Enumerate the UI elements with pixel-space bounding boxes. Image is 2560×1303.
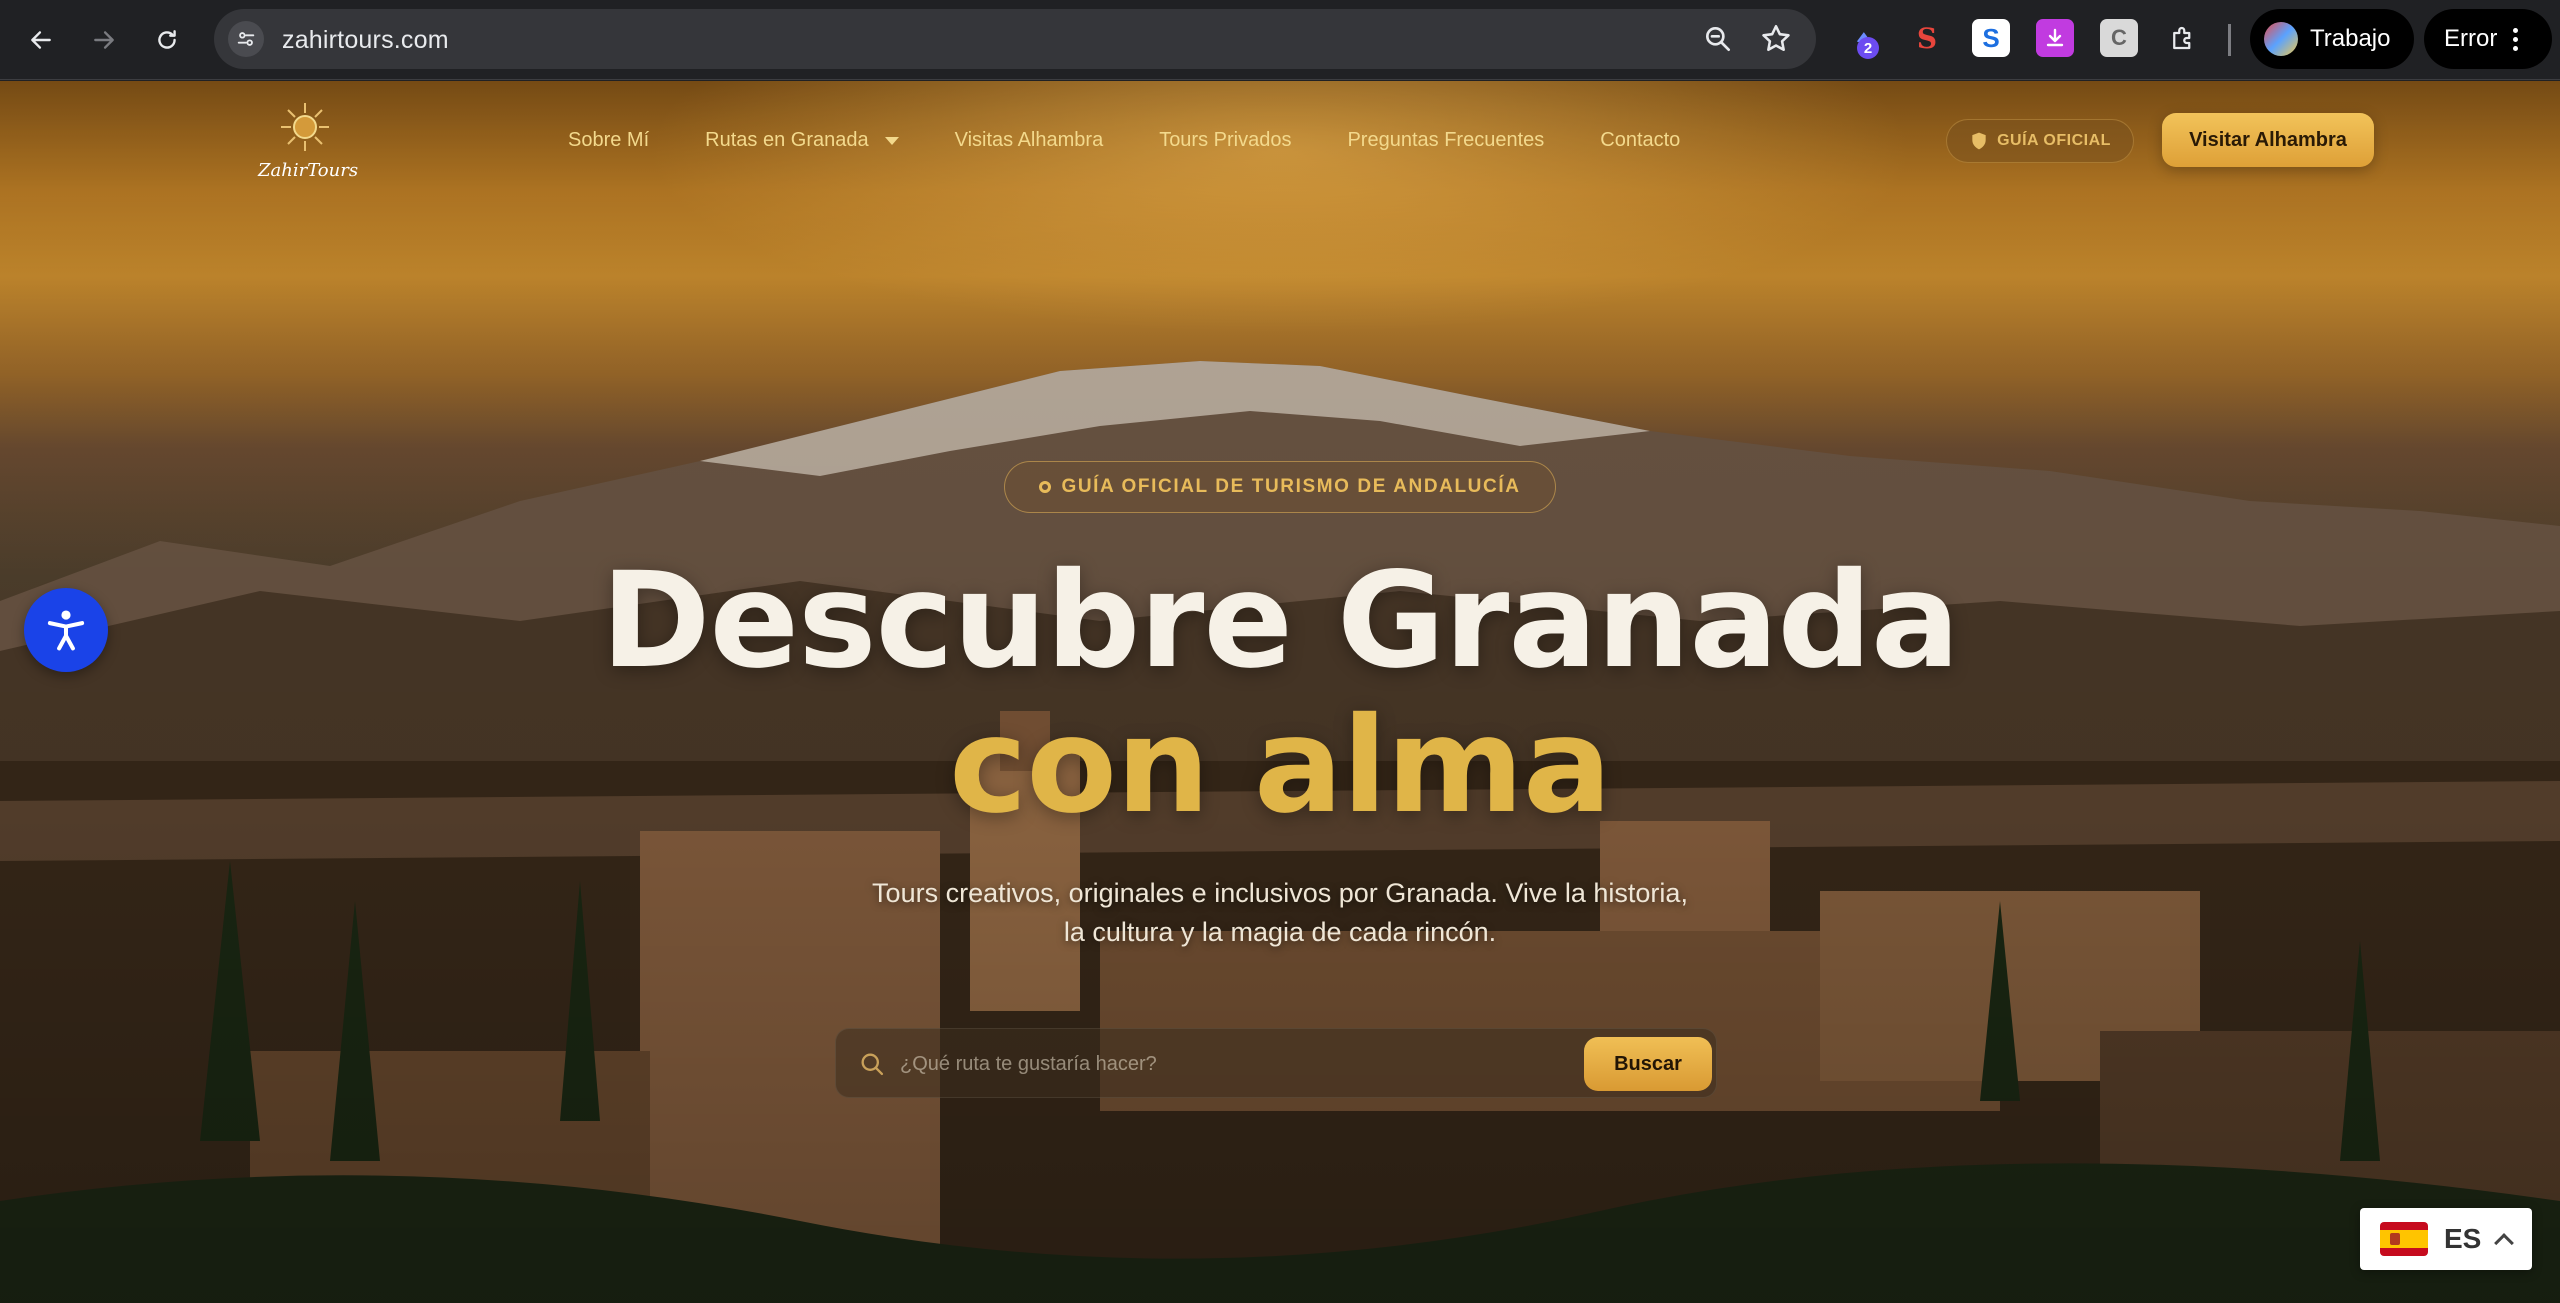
reload-icon xyxy=(158,30,176,49)
official-guide-badge: GUÍA OFICIAL xyxy=(1946,119,2134,163)
hero-headline-line1: Descubre Granada xyxy=(600,544,1960,698)
extension-5-icon[interactable]: C xyxy=(2100,19,2138,57)
hero-subtitle-line2: la cultura y la magia de cada rincón. xyxy=(1063,917,1497,947)
hero-headline-line2: con alma xyxy=(949,689,1612,843)
url-text[interactable]: zahirtours.com xyxy=(282,26,449,55)
nav-preguntas-frecuentes[interactable]: Preguntas Frecuentes xyxy=(1347,129,1544,152)
back-button[interactable] xyxy=(20,19,62,61)
route-search-bar: Buscar xyxy=(835,1028,1717,1098)
official-guide-label: GUÍA OFICIAL xyxy=(1997,132,2111,149)
search-button[interactable]: Buscar xyxy=(1584,1037,1712,1091)
hero-subtitle: Tours creativos, originales e inclusivos… xyxy=(780,874,1780,952)
circle-dot-icon xyxy=(1039,481,1052,493)
extension-2-icon[interactable]: S xyxy=(1908,19,1946,57)
hero-subtitle-line1: Tours creativos, originales e inclusivos… xyxy=(872,878,1688,908)
accessibility-button[interactable] xyxy=(24,588,108,672)
browser-toolbar: zahirtours.com 2 S S C Trabajo Error xyxy=(0,0,2560,80)
nav-tours-privados[interactable]: Tours Privados xyxy=(1159,129,1291,152)
more-vert-icon xyxy=(2513,27,2519,51)
address-bar[interactable]: zahirtours.com xyxy=(214,9,1816,69)
caret-down-icon xyxy=(884,136,899,145)
download-extension-icon[interactable] xyxy=(2036,19,2074,57)
logo-text: ZahirTours xyxy=(258,160,359,181)
error-menu-button[interactable]: Error xyxy=(2424,9,2552,69)
nav-rutas-en-granada[interactable]: Rutas en Granada xyxy=(705,129,899,152)
language-code: ES xyxy=(2444,1223,2482,1254)
hero-kicker-text: GUÍA OFICIAL DE TURISMO DE ANDALUCÍA xyxy=(1061,476,1521,497)
reload-button[interactable] xyxy=(146,19,188,61)
chevron-up-icon xyxy=(2494,1233,2515,1253)
site-logo[interactable]: ZahirTours xyxy=(258,101,359,191)
zoom-icon[interactable] xyxy=(1702,23,1734,55)
error-label: Error xyxy=(2444,25,2498,52)
nav-sobre-mi[interactable]: Sobre Mí xyxy=(568,129,649,152)
route-search-input[interactable] xyxy=(900,1047,1500,1081)
arrow-left-icon xyxy=(31,31,51,49)
hero-kicker-badge: GUÍA OFICIAL DE TURISMO DE ANDALUCÍA xyxy=(1004,461,1556,513)
language-selector[interactable]: ES xyxy=(2360,1208,2532,1270)
toolbar-divider xyxy=(2228,24,2231,56)
nav-contacto[interactable]: Contacto xyxy=(1600,129,1680,152)
spain-flag-icon xyxy=(2380,1222,2428,1256)
arrow-right-icon xyxy=(94,31,114,49)
extension-badge: 2 xyxy=(1857,37,1879,59)
profile-label: Trabajo xyxy=(2310,25,2391,52)
main-navigation: Sobre Mí Rutas en Granada Visitas Alhamb… xyxy=(568,129,1680,152)
nav-visitas-alhambra[interactable]: Visitas Alhambra xyxy=(955,129,1104,152)
visit-alhambra-button[interactable]: Visitar Alhambra xyxy=(2162,113,2374,167)
puzzle-icon[interactable] xyxy=(2164,19,2202,57)
profile-button[interactable]: Trabajo xyxy=(2250,9,2414,69)
bookmark-star-icon[interactable] xyxy=(1759,22,1793,56)
site-settings-icon[interactable] xyxy=(228,21,264,57)
hero-section: ZahirTours Sobre Mí Rutas en Granada Vis… xyxy=(0,81,2560,1303)
accessibility-icon xyxy=(47,610,85,651)
forward-button[interactable] xyxy=(83,19,125,61)
extension-3-icon[interactable]: S xyxy=(1972,19,2010,57)
nav-rutas-label: Rutas en Granada xyxy=(705,129,869,151)
search-icon xyxy=(861,1053,884,1076)
shield-icon xyxy=(1972,132,1986,150)
sun-logo-icon xyxy=(281,103,329,151)
profile-avatar xyxy=(2264,22,2298,56)
